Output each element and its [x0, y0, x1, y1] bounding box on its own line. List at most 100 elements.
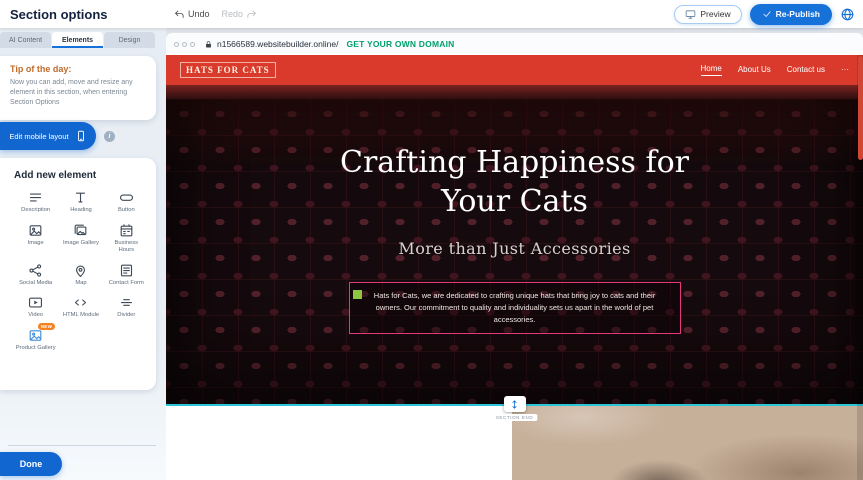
element-video[interactable]: Video: [14, 295, 57, 320]
new-badge: NEW: [38, 323, 55, 330]
section-resize-handle[interactable]: [504, 396, 526, 412]
undo-redo-group: Undo Redo: [174, 9, 257, 20]
site-header: HATS FOR CATS Home About Us Contact us ···: [166, 55, 863, 85]
page-title: Section options: [10, 7, 108, 22]
tip-body: Now you can add, move and resize any ele…: [10, 78, 146, 108]
element-divider[interactable]: Divider: [105, 295, 148, 320]
get-own-domain-link[interactable]: GET YOUR OWN DOMAIN: [346, 39, 454, 49]
product-gallery-icon: NEW: [28, 328, 43, 343]
element-label: Business Hours: [106, 240, 146, 255]
site-scrollbar[interactable]: [857, 55, 863, 480]
element-html-module[interactable]: HTML Module: [59, 295, 102, 320]
window-dot: [182, 42, 187, 47]
preview-label: Preview: [700, 9, 730, 19]
add-new-element-panel: Add new element Description Heading Button…: [0, 158, 156, 390]
info-icon[interactable]: i: [104, 131, 115, 142]
globe-icon[interactable]: [840, 7, 855, 22]
element-image[interactable]: Image: [14, 223, 57, 255]
hero-top-band: [166, 85, 863, 99]
hero-paragraph-box[interactable]: Hats for Cats, we are dedicated to craft…: [349, 282, 681, 334]
element-contact-form[interactable]: Contact Form: [105, 263, 148, 288]
republish-button[interactable]: Re-Publish: [750, 4, 832, 25]
map-icon: [73, 263, 88, 278]
sidebar-tabs: AI ContentElementsDesign: [0, 32, 156, 48]
element-label: Contact Form: [109, 280, 144, 288]
nav-about-us[interactable]: About Us: [738, 65, 771, 76]
description-icon: [28, 190, 43, 205]
add-new-element-title: Add new element: [14, 170, 148, 181]
hero-subheading: More than Just Accessories: [166, 239, 863, 258]
topbar: Section options Undo Redo Preview Re-Pub…: [0, 0, 863, 28]
element-heading[interactable]: Heading: [59, 190, 102, 215]
site-preview: HATS FOR CATS HomeAbout UsContact us··· …: [166, 55, 863, 480]
element-map[interactable]: Map: [59, 263, 102, 288]
undo-icon: [174, 9, 185, 20]
tip-card: Tip of the day: Now you can add, move an…: [0, 56, 156, 120]
tab-elements[interactable]: Elements: [52, 32, 103, 48]
hero-heading-line2: Your Cats: [166, 182, 863, 221]
element-label: Image: [28, 240, 44, 248]
element-business-hours[interactable]: Business Hours: [105, 223, 148, 255]
nav-contact-us[interactable]: Contact us: [787, 65, 825, 76]
element-label: HTML Module: [63, 312, 99, 320]
nav-home[interactable]: Home: [701, 64, 722, 76]
section-end-label: SECTION END: [492, 414, 537, 421]
vertical-arrows-icon: [509, 399, 520, 410]
hero-heading: Crafting Happiness for Your Cats: [166, 99, 863, 221]
url-text[interactable]: n1566589.websitebuilder.online/: [217, 39, 338, 49]
next-section-left: [166, 406, 512, 480]
sidebar-divider: [8, 445, 156, 446]
element-label: Map: [75, 280, 86, 288]
tab-design[interactable]: Design: [104, 32, 155, 48]
undo-button[interactable]: Undo: [174, 9, 210, 20]
element-label: Button: [118, 207, 135, 215]
element-drag-handle[interactable]: [353, 290, 362, 299]
monitor-icon: [685, 9, 696, 20]
element-grid: Description Heading Button Image Image Galle…: [14, 190, 148, 352]
image-gallery-icon: [73, 223, 88, 238]
html-module-icon: [73, 295, 88, 310]
redo-button[interactable]: Redo: [222, 9, 258, 20]
element-description[interactable]: Description: [14, 190, 57, 215]
hero-heading-line1: Crafting Happiness for: [166, 143, 863, 182]
check-icon: [762, 9, 772, 19]
element-label: Social Media: [19, 280, 52, 288]
screen: Section options Undo Redo Preview Re-Pub…: [0, 0, 863, 480]
edit-mobile-layout-button[interactable]: Edit mobile layout: [0, 122, 96, 150]
element-social-media[interactable]: Social Media: [14, 263, 57, 288]
element-button[interactable]: Button: [105, 190, 148, 215]
sidebar: AI ContentElementsDesign Tip of the day:…: [0, 28, 166, 480]
edit-mobile-label: Edit mobile layout: [9, 132, 68, 141]
contact-form-icon: [119, 263, 134, 278]
element-label: Heading: [70, 207, 92, 215]
preview-area: n1566589.websitebuilder.online/ GET YOUR…: [166, 28, 863, 480]
redo-label: Redo: [222, 9, 244, 19]
divider-icon: [119, 295, 134, 310]
element-image-gallery[interactable]: Image Gallery: [59, 223, 102, 255]
window-dots: [174, 42, 195, 47]
done-button[interactable]: Done: [0, 452, 62, 476]
browser-bar: n1566589.websitebuilder.online/ GET YOUR…: [166, 33, 863, 55]
element-product-gallery[interactable]: NEWProduct Gallery: [14, 328, 57, 353]
window-dot: [190, 42, 195, 47]
tip-title: Tip of the day:: [10, 64, 146, 74]
element-label: Image Gallery: [63, 240, 99, 248]
edit-mobile-row: Edit mobile layout i: [0, 122, 115, 150]
carpet-photo: [512, 406, 863, 480]
lock-icon: [204, 40, 213, 49]
element-label: Video: [28, 312, 43, 320]
republish-label: Re-Publish: [776, 9, 820, 19]
video-icon: [28, 295, 43, 310]
nav-more[interactable]: ···: [841, 65, 849, 76]
image-icon: [28, 223, 43, 238]
site-logo[interactable]: HATS FOR CATS: [180, 62, 276, 78]
section-divider-line: SECTION END: [166, 404, 863, 406]
scrollbar-thumb[interactable]: [858, 56, 863, 160]
undo-label: Undo: [188, 9, 210, 19]
site-nav: Home About Us Contact us ···: [701, 64, 850, 76]
tab-ai-content[interactable]: AI Content: [0, 32, 51, 48]
mobile-phone-icon: [75, 130, 87, 142]
button-icon: [119, 190, 134, 205]
social-media-icon: [28, 263, 43, 278]
preview-button[interactable]: Preview: [674, 5, 741, 24]
